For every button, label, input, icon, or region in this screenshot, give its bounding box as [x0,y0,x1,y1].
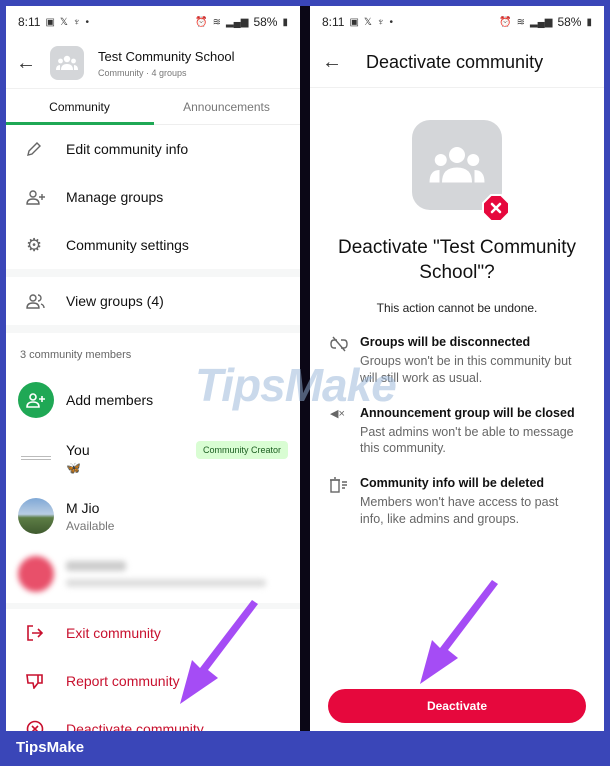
info-title: Groups will be disconnected [360,335,531,350]
avatar [18,556,54,592]
manage-groups-icon [26,189,66,205]
add-member-icon [18,382,54,418]
footer-brand: TipsMake [16,739,85,756]
x-app-icon: 𝕏 [59,16,68,28]
community-settings-item[interactable]: ⚙ Community settings [6,221,300,269]
battery-level: 58% [253,15,278,29]
menu-label: Edit community info [66,141,189,157]
groups-icon [26,293,66,309]
community-creator-badge: Community Creator [195,441,288,459]
notification-icon: ♆ [376,16,385,28]
menu-label: Manage groups [66,189,164,205]
active-tab-indicator [6,122,154,125]
info-item: ◀× Announcement group will be closed Pas… [310,406,604,457]
info-title: Announcement group will be closed [360,405,575,420]
section-divider [6,325,300,333]
notification-icon: ♆ [72,16,81,28]
community-avatar[interactable] [50,46,84,80]
info-description: Members won't have access to past info, … [360,495,559,526]
gear-icon: ⚙ [26,234,43,255]
undo-warning: This action cannot be undone. [376,301,538,316]
member-row[interactable]: M Jio Available [6,487,300,545]
manage-groups-item[interactable]: Manage groups [6,173,300,221]
alarm-icon: ⏰ [195,16,208,28]
tab-bar: Community Announcements [6,88,300,125]
community-name: Test Community School [98,48,235,64]
member-name-blurred [66,561,126,571]
member-status: Available [66,518,115,533]
deactivate-question: Deactivate "Test Community School"? [338,237,576,283]
signal-icon: ▂▄▆ [529,16,553,28]
menu-label: View groups (4) [66,293,164,309]
signal-icon: ▂▄▆ [225,16,249,28]
menu-label: Community settings [66,237,189,253]
community-subtitle: Community · 4 groups [98,67,187,78]
members-count-label: 3 community members [20,349,132,361]
status-bar: 8:11 ▣ 𝕏 ♆ • ⏰ ≋ ▂▄▆ 58% ▮ [310,6,604,38]
member-name: You [66,441,90,458]
view-groups-item[interactable]: View groups (4) [6,277,300,325]
exit-community-item[interactable]: Exit community [6,609,300,657]
action-label: Report community [66,673,180,689]
panel-divider [300,6,310,731]
action-label: Deactivate community [66,721,204,731]
deactivate-header: ← Deactivate community [310,38,604,88]
info-item: Groups will be disconnected Groups won't… [310,335,604,386]
battery-level: 58% [557,15,582,29]
info-description: Past admins won't be able to message thi… [360,424,574,456]
wifi-icon: ≋ [212,16,221,28]
info-item: Community info will be deleted Members w… [310,476,604,527]
exit-icon [26,625,66,641]
community-icon [429,147,485,183]
community-header: ← Test Community School Community · 4 gr… [6,38,300,88]
thumbs-down-icon [26,673,66,689]
member-status-blurred [66,579,266,587]
back-arrow-icon[interactable]: ← [322,51,352,74]
x-circle-icon [26,720,66,731]
battery-icon: ▮ [586,16,592,28]
report-community-item[interactable]: Report community [6,657,300,705]
gallery-icon: ▣ [45,16,55,28]
add-members-button[interactable]: Add members [6,371,300,429]
dot-icon: • [389,16,393,28]
delete-info-icon [330,476,360,527]
pencil-icon [26,141,66,157]
status-time: 8:11 [18,15,41,29]
muted-megaphone-icon: ◀× [330,407,345,420]
deactivate-x-badge-icon [482,194,510,222]
wifi-icon: ≋ [516,16,525,28]
gallery-icon: ▣ [349,16,359,28]
avatar [18,498,54,534]
deactivate-community-item[interactable]: Deactivate community [6,705,300,731]
avatar [18,440,54,476]
alarm-icon: ⏰ [499,16,512,28]
member-name: M Jio [66,499,100,516]
x-app-icon: 𝕏 [363,16,372,28]
info-title: Community info will be deleted [360,476,545,491]
member-status: 🦋 [66,460,81,475]
community-avatar-large [412,120,510,222]
info-description: Groups won't be in this community but wi… [360,354,572,385]
unlink-icon [330,335,360,386]
action-label: Exit community [66,625,161,641]
tab-announcements[interactable]: Announcements [153,89,300,124]
page-title: Deactivate community [366,52,544,72]
community-icon [56,55,78,70]
section-divider [6,269,300,277]
back-arrow-icon[interactable]: ← [16,52,46,75]
member-row[interactable] [6,545,300,603]
status-time: 8:11 [322,15,345,29]
deactivate-community-screen: 8:11 ▣ 𝕏 ♆ • ⏰ ≋ ▂▄▆ 58% ▮ ← Deactivate … [310,6,604,731]
battery-icon: ▮ [282,16,288,28]
edit-community-info-item[interactable]: Edit community info [6,125,300,173]
dot-icon: • [85,16,89,28]
community-info-screen: 8:11 ▣ 𝕏 ♆ • ⏰ ≋ ▂▄▆ 58% ▮ ← Test Commun… [6,6,300,731]
status-bar: 8:11 ▣ 𝕏 ♆ • ⏰ ≋ ▂▄▆ 58% ▮ [6,6,300,38]
deactivate-button[interactable]: Deactivate [328,689,586,723]
add-members-label: Add members [66,392,154,408]
tab-community[interactable]: Community [6,89,153,124]
member-row[interactable]: You 🦋 Community Creator [6,429,300,487]
